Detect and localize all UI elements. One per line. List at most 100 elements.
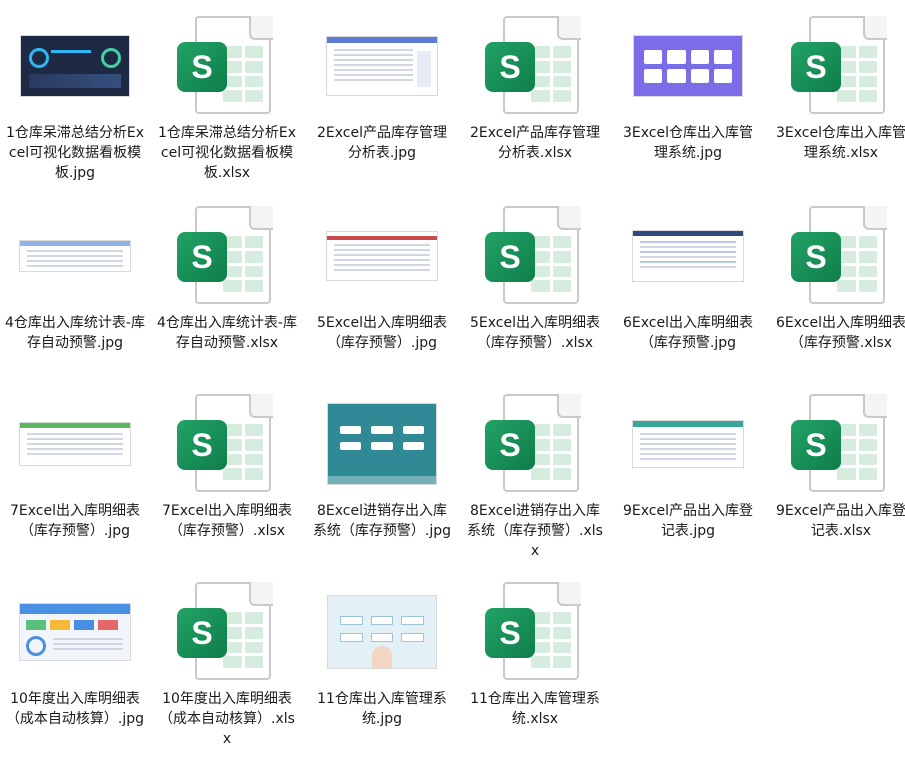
file-item-jpg[interactable]: 7Excel出入库明细表（库存预警）.jpg: [0, 388, 150, 573]
file-item-jpg[interactable]: 3Excel仓库出入库管理系统.jpg: [613, 10, 763, 195]
file-thumbnail: S: [766, 388, 905, 500]
file-item-xlsx[interactable]: S 6Excel出入库明细表（库存预警.xlsx: [766, 200, 905, 385]
excel-badge-letter: S: [485, 232, 535, 282]
file-name: 9Excel产品出入库登记表.xlsx: [776, 503, 905, 539]
excel-file-icon: S: [485, 16, 585, 116]
file-item-xlsx[interactable]: S 9Excel产品出入库登记表.xlsx: [766, 388, 905, 573]
file-thumbnail: S: [152, 200, 302, 312]
file-item-jpg[interactable]: 6Excel出入库明细表（库存预警.jpg: [613, 200, 763, 385]
file-item-xlsx[interactable]: S 4仓库出入库统计表-库存自动预警.xlsx: [152, 200, 302, 385]
file-thumbnail: S: [152, 576, 302, 688]
image-thumbnail: [633, 231, 743, 281]
excel-badge-letter: S: [485, 420, 535, 470]
excel-badge-letter: S: [485, 42, 535, 92]
excel-file-icon: S: [485, 582, 585, 682]
file-thumbnail: [0, 388, 150, 500]
excel-badge-letter: S: [791, 232, 841, 282]
file-item-jpg[interactable]: 11仓库出入库管理系统.jpg: [307, 576, 457, 761]
file-thumbnail: [307, 200, 457, 312]
file-item-xlsx[interactable]: S 2Excel产品库存管理分析表.xlsx: [460, 10, 610, 195]
file-thumbnail: [0, 200, 150, 312]
file-item-xlsx[interactable]: S 1仓库呆滞总结分析Excel可视化数据看板模板.xlsx: [152, 10, 302, 195]
file-item-xlsx[interactable]: S 10年度出入库明细表（成本自动核算）.xlsx: [152, 576, 302, 761]
file-thumbnail: [613, 10, 763, 122]
file-name: 11仓库出入库管理系统.jpg: [317, 691, 447, 727]
file-item-xlsx[interactable]: S 5Excel出入库明细表（库存预警）.xlsx: [460, 200, 610, 385]
excel-file-icon: S: [177, 394, 277, 494]
file-item-xlsx[interactable]: S 8Excel进销存出入库系统（库存预警）.xlsx: [460, 388, 610, 573]
excel-badge-letter: S: [177, 608, 227, 658]
file-name: 10年度出入库明细表（成本自动核算）.xlsx: [159, 691, 295, 747]
excel-file-icon: S: [177, 582, 277, 682]
excel-file-icon: S: [177, 206, 277, 306]
excel-badge-letter: S: [791, 42, 841, 92]
file-name: 11仓库出入库管理系统.xlsx: [470, 691, 600, 727]
image-thumbnail: [20, 604, 130, 660]
file-item-jpg[interactable]: 8Excel进销存出入库系统（库存预警）.jpg: [307, 388, 457, 573]
file-name: 3Excel仓库出入库管理系统.xlsx: [776, 125, 905, 161]
file-name: 4仓库出入库统计表-库存自动预警.xlsx: [157, 315, 297, 351]
excel-file-icon: S: [485, 206, 585, 306]
file-name: 6Excel出入库明细表（库存预警.jpg: [623, 315, 753, 351]
image-thumbnail: [20, 423, 130, 465]
file-item-jpg[interactable]: 4仓库出入库统计表-库存自动预警.jpg: [0, 200, 150, 385]
file-thumbnail: [307, 10, 457, 122]
file-thumbnail: [0, 576, 150, 688]
file-name: 4仓库出入库统计表-库存自动预警.jpg: [5, 315, 145, 351]
file-thumbnail: S: [460, 388, 610, 500]
file-name: 5Excel出入库明细表（库存预警）.xlsx: [470, 315, 600, 351]
file-name: 1仓库呆滞总结分析Excel可视化数据看板模板.xlsx: [157, 125, 297, 181]
excel-file-icon: S: [791, 394, 891, 494]
image-thumbnail: [328, 404, 436, 484]
file-name: 9Excel产品出入库登记表.jpg: [623, 503, 753, 539]
file-item-xlsx[interactable]: S 7Excel出入库明细表（库存预警）.xlsx: [152, 388, 302, 573]
file-name: 8Excel进销存出入库系统（库存预警）.jpg: [312, 503, 452, 539]
excel-file-icon: S: [791, 16, 891, 116]
file-thumbnail: [613, 388, 763, 500]
file-thumbnail: S: [460, 576, 610, 688]
file-thumbnail: S: [766, 10, 905, 122]
image-thumbnail: [327, 232, 437, 280]
file-thumbnail: [613, 200, 763, 312]
excel-file-icon: S: [177, 16, 277, 116]
excel-badge-letter: S: [177, 232, 227, 282]
file-thumbnail: S: [766, 200, 905, 312]
excel-file-icon: S: [485, 394, 585, 494]
file-name: 1仓库呆滞总结分析Excel可视化数据看板模板.jpg: [5, 125, 145, 181]
file-name: 7Excel出入库明细表（库存预警）.xlsx: [162, 503, 292, 539]
file-name: 8Excel进销存出入库系统（库存预警）.xlsx: [467, 503, 603, 559]
image-thumbnail: [633, 421, 743, 467]
excel-badge-letter: S: [177, 42, 227, 92]
file-thumbnail: S: [152, 388, 302, 500]
file-thumbnail: S: [460, 10, 610, 122]
file-name: 3Excel仓库出入库管理系统.jpg: [623, 125, 753, 161]
file-item-jpg[interactable]: 5Excel出入库明细表（库存预警）.jpg: [307, 200, 457, 385]
excel-badge-letter: S: [485, 608, 535, 658]
file-name: 2Excel产品库存管理分析表.jpg: [317, 125, 447, 161]
image-thumbnail: [21, 36, 129, 96]
file-grid: 1仓库呆滞总结分析Excel可视化数据看板模板.jpg S 1仓库呆滞总结分析Exc…: [0, 0, 905, 762]
excel-badge-letter: S: [791, 420, 841, 470]
file-thumbnail: [307, 388, 457, 500]
file-item-jpg[interactable]: 9Excel产品出入库登记表.jpg: [613, 388, 763, 573]
image-thumbnail: [634, 36, 742, 96]
file-item-xlsx[interactable]: S 3Excel仓库出入库管理系统.xlsx: [766, 10, 905, 195]
image-thumbnail: [327, 37, 437, 95]
file-thumbnail: [307, 576, 457, 688]
image-thumbnail: [328, 596, 436, 668]
file-item-xlsx[interactable]: S 11仓库出入库管理系统.xlsx: [460, 576, 610, 761]
file-thumbnail: S: [152, 10, 302, 122]
file-name: 10年度出入库明细表（成本自动核算）.jpg: [5, 691, 145, 727]
file-thumbnail: [0, 10, 150, 122]
excel-file-icon: S: [791, 206, 891, 306]
file-item-jpg[interactable]: 10年度出入库明细表（成本自动核算）.jpg: [0, 576, 150, 761]
file-thumbnail: S: [460, 200, 610, 312]
image-thumbnail: [20, 241, 130, 271]
file-name: 2Excel产品库存管理分析表.xlsx: [470, 125, 600, 161]
file-item-jpg[interactable]: 2Excel产品库存管理分析表.jpg: [307, 10, 457, 195]
file-name: 7Excel出入库明细表（库存预警）.jpg: [10, 503, 140, 539]
file-item-jpg[interactable]: 1仓库呆滞总结分析Excel可视化数据看板模板.jpg: [0, 10, 150, 195]
file-name: 5Excel出入库明细表（库存预警）.jpg: [317, 315, 447, 351]
file-name: 6Excel出入库明细表（库存预警.xlsx: [776, 315, 905, 351]
excel-badge-letter: S: [177, 420, 227, 470]
